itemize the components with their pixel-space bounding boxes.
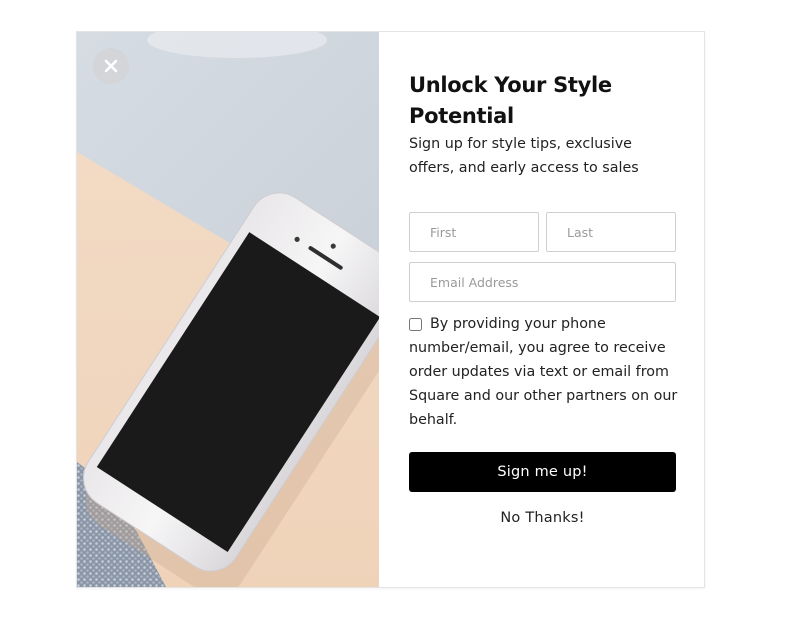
- consent-checkbox[interactable]: [409, 318, 422, 331]
- first-name-input[interactable]: [409, 212, 539, 252]
- popup-title: Unlock Your Style Potential: [409, 73, 612, 128]
- consent-text: By providing your phone number/email, yo…: [409, 316, 678, 428]
- close-button[interactable]: [93, 48, 129, 84]
- page: Unlock Your Style Potential Sign up for …: [0, 0, 802, 640]
- no-thanks-link[interactable]: No Thanks!: [409, 510, 676, 526]
- close-icon: [104, 59, 118, 73]
- consent-section: By providing your phone number/email, yo…: [409, 312, 679, 432]
- email-input[interactable]: [409, 262, 676, 302]
- popup-subtitle: Sign up for style tips, exclusive offers…: [409, 136, 639, 176]
- sign-up-button[interactable]: Sign me up!: [409, 452, 676, 492]
- promo-image: [77, 32, 379, 587]
- last-name-input[interactable]: [546, 212, 676, 252]
- signup-form: Unlock Your Style Potential Sign up for …: [379, 32, 704, 587]
- phone-on-desk-photo: [77, 32, 379, 587]
- signup-popup: Unlock Your Style Potential Sign up for …: [76, 31, 705, 588]
